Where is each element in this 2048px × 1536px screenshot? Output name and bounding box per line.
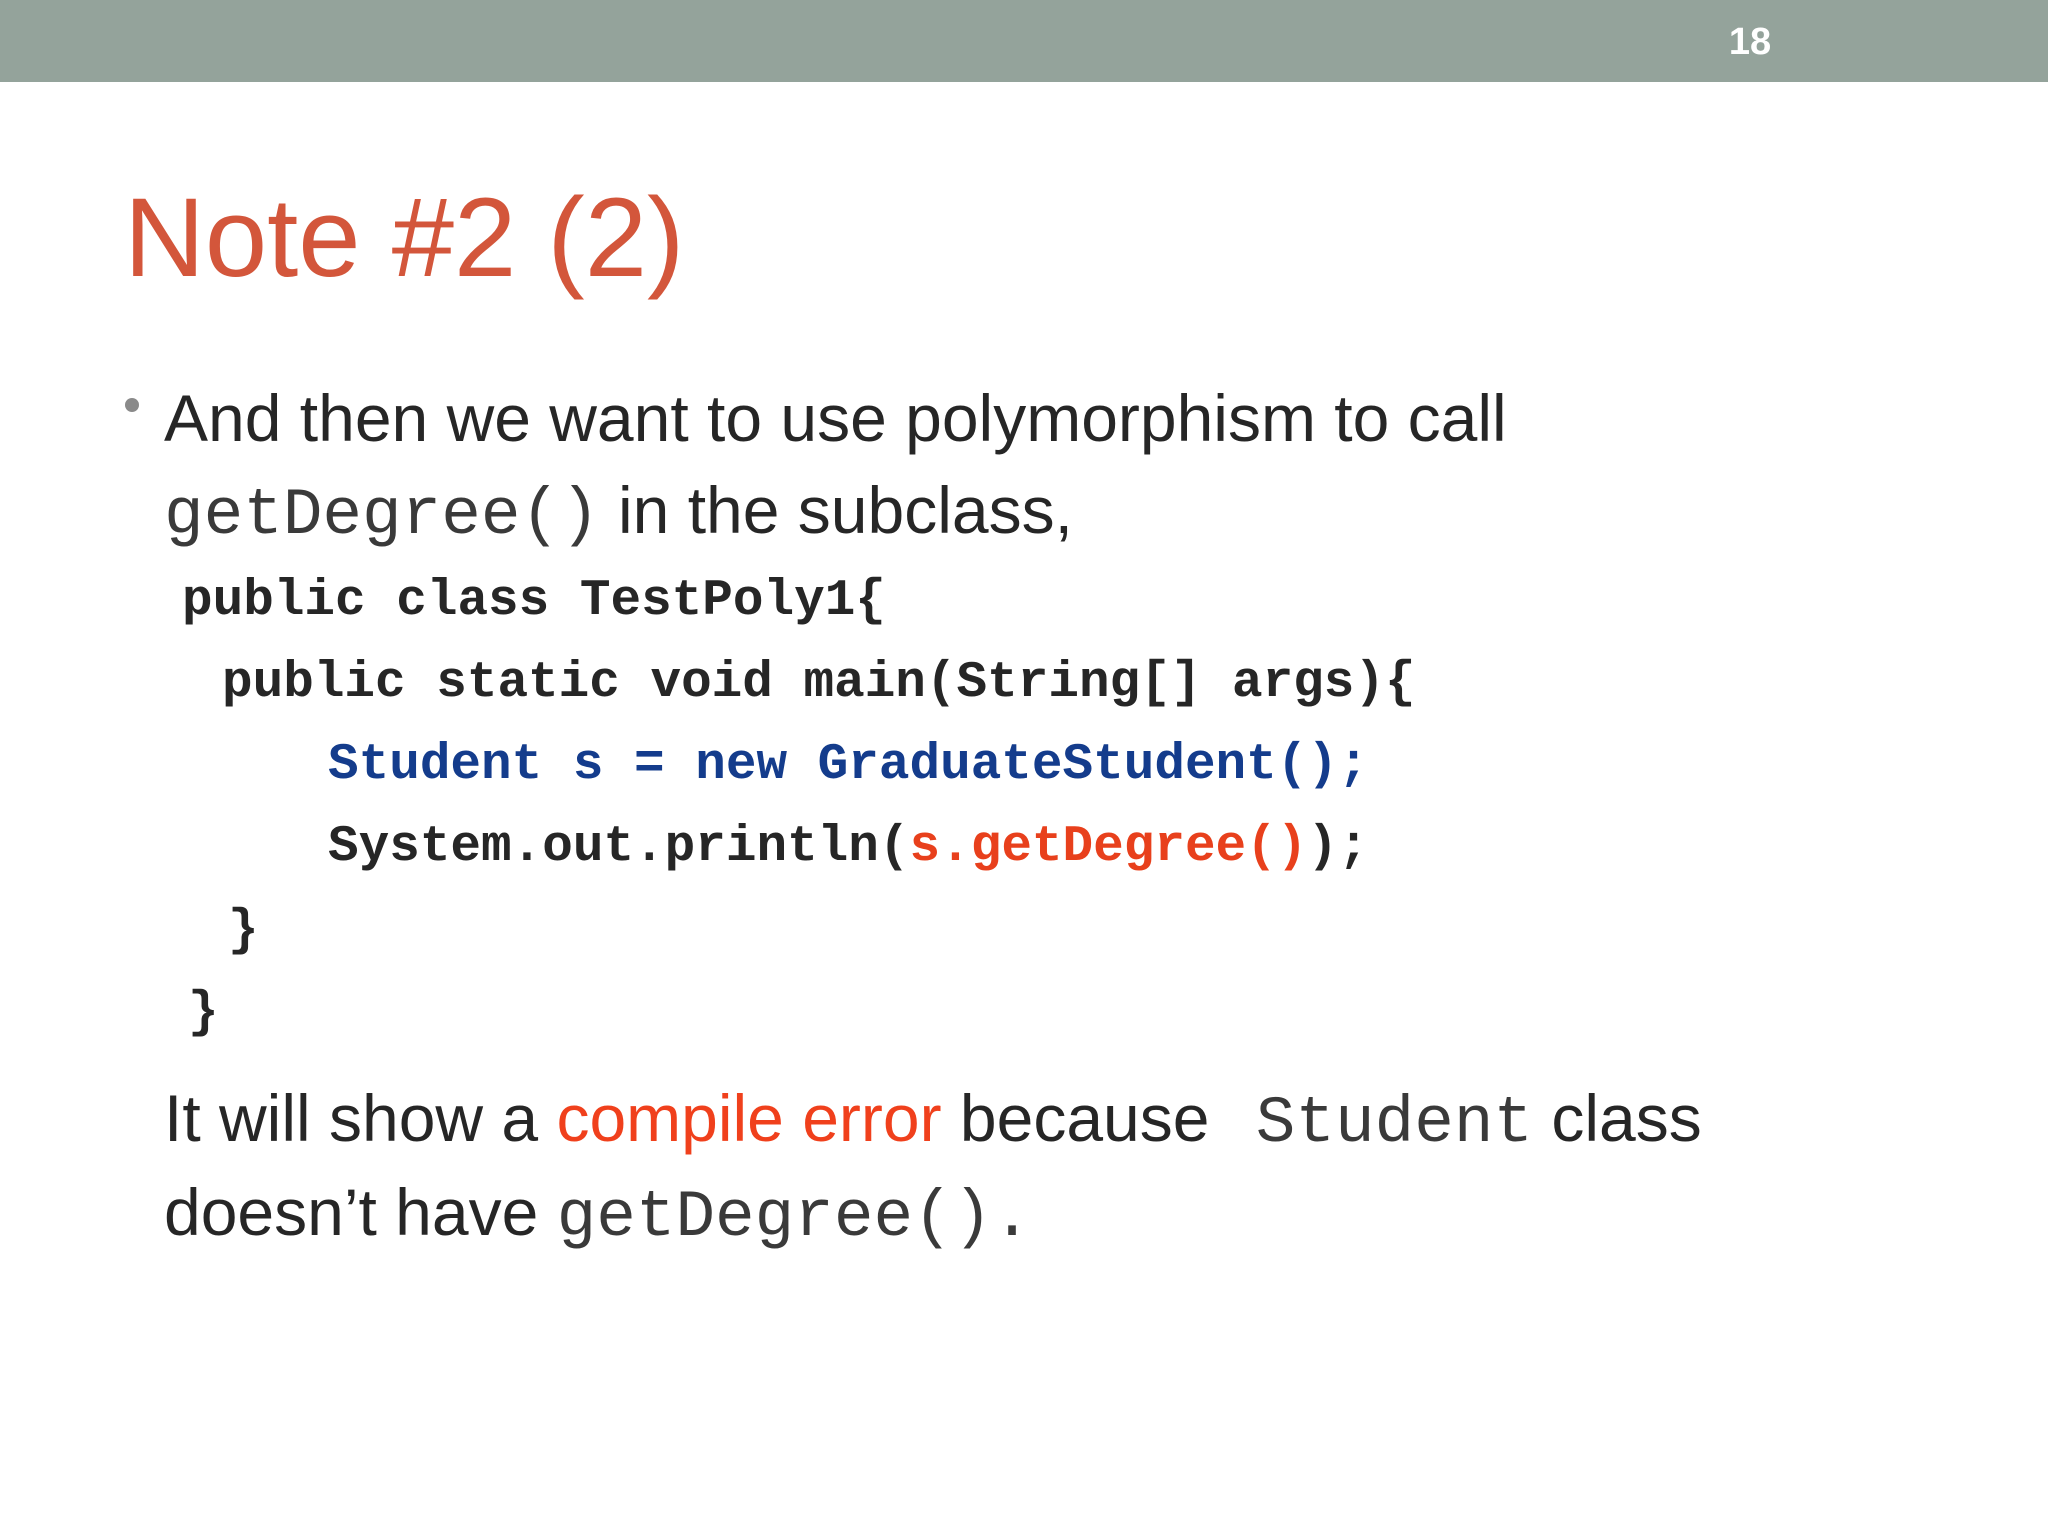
code-get-degree-call: s.getDegree() xyxy=(909,819,1308,876)
compile-error-highlight: compile error xyxy=(556,1081,942,1155)
bullet-text-line-1: And then we want to use polymorphism to … xyxy=(164,381,1507,455)
code-println-suffix: ); xyxy=(1307,819,1369,876)
bullet-dot-icon xyxy=(125,398,139,412)
inline-code-get-degree-final: getDegree(). xyxy=(556,1180,1032,1255)
conclusion-text-because: because xyxy=(941,1081,1228,1155)
code-line-main-method: public static void main(String[] args){ xyxy=(222,655,1416,712)
slide-number: 18 xyxy=(1728,21,1772,63)
bullet-text-subclass: in the subclass, xyxy=(599,473,1073,547)
code-line-close-method: } xyxy=(228,903,259,960)
conclusion-text-start: It will show a xyxy=(164,1081,557,1155)
conclusion-text-doesnt-have: doesn’t have xyxy=(164,1175,557,1249)
code-println-prefix: System.out.println( xyxy=(328,819,910,876)
conclusion-line-2: doesn’t have getDegree(). xyxy=(164,1172,1032,1258)
inline-code-get-degree: getDegree() xyxy=(164,478,600,553)
conclusion-line-1: It will show a compile error because Stu… xyxy=(164,1078,1702,1164)
bullet-text-line-2: getDegree() in the subclass, xyxy=(164,470,1073,556)
code-line-println: System.out.println(s.getDegree()); xyxy=(328,816,1369,880)
conclusion-text-class: class xyxy=(1533,1081,1702,1155)
code-line-student-assignment: Student s = new GraduateStudent(); xyxy=(328,737,1369,794)
code-line-close-class: } xyxy=(188,985,219,1042)
slide-title: Note #2 (2) xyxy=(124,175,685,300)
code-line-class-declaration: public class TestPoly1{ xyxy=(182,573,886,630)
inline-code-student: Student xyxy=(1255,1086,1534,1161)
